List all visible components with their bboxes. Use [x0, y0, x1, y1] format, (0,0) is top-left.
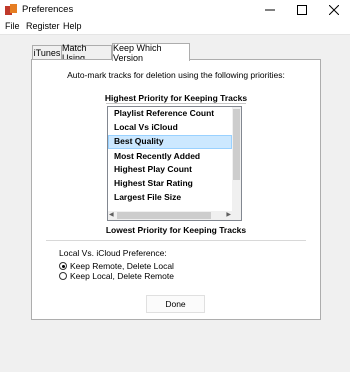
scroll-left-icon[interactable]: ◀ — [109, 211, 114, 220]
tab-itunes[interactable]: iTunes — [32, 45, 62, 60]
local-icloud-preference-label: Local Vs. iCloud Preference: — [59, 248, 167, 258]
list-item[interactable]: Playlist Reference Count — [108, 107, 232, 121]
menu-help[interactable]: Help — [63, 21, 82, 31]
close-icon — [329, 5, 339, 15]
app-icon — [5, 4, 17, 15]
list-item[interactable]: Best Quality — [108, 135, 232, 149]
keep-which-version-panel: Auto-mark tracks for deletion using the … — [31, 59, 321, 320]
radio-button[interactable] — [59, 262, 67, 270]
horizontal-scrollbar[interactable]: ◀ ▶ — [108, 211, 232, 220]
menu-file[interactable]: File — [5, 21, 20, 31]
radio-keep-local[interactable]: Keep Local, Delete Remote — [59, 271, 174, 281]
list-item[interactable]: Highest Star Rating — [108, 177, 232, 191]
scroll-right-icon[interactable]: ▶ — [226, 211, 231, 220]
minimize-button[interactable] — [256, 0, 284, 20]
radio-keep-remote[interactable]: Keep Remote, Delete Local — [59, 261, 174, 271]
menu-register[interactable]: Register — [26, 21, 60, 31]
list-item[interactable]: Local Vs iCloud — [108, 121, 232, 135]
horizontal-scroll-thumb[interactable] — [117, 212, 211, 219]
tab-match-using[interactable]: Match Using — [61, 43, 112, 63]
list-item[interactable]: Highest Play Count — [108, 163, 232, 177]
close-button[interactable] — [320, 0, 348, 20]
maximize-button[interactable] — [288, 0, 316, 20]
highest-priority-label: Highest Priority for Keeping Tracks — [104, 93, 248, 103]
menu-bar: File Register Help — [0, 20, 350, 35]
lowest-priority-label: Lowest Priority for Keeping Tracks — [105, 225, 247, 235]
done-button[interactable]: Done — [146, 295, 205, 313]
preferences-window: Preferences File Register Help iTunes Ma… — [0, 0, 350, 372]
radio-label: Keep Remote, Delete Local — [70, 261, 174, 271]
scrollbar-corner — [232, 211, 241, 220]
vertical-scroll-thumb[interactable] — [233, 109, 240, 180]
header-divider — [106, 103, 246, 104]
title-bar: Preferences — [0, 0, 350, 20]
list-item[interactable]: Largest File Size — [108, 191, 232, 205]
intro-text: Auto-mark tracks for deletion using the … — [67, 70, 285, 80]
tab-keep-which-version[interactable]: Keep Which Version — [112, 43, 190, 63]
maximize-icon — [297, 5, 307, 15]
priority-list: Playlist Reference Count Local Vs iCloud B… — [108, 107, 232, 211]
minimize-icon — [265, 9, 275, 11]
section-divider — [46, 240, 306, 241]
radio-label: Keep Local, Delete Remote — [70, 271, 174, 281]
list-item[interactable]: Most Recently Added — [108, 150, 232, 164]
window-title: Preferences — [22, 4, 74, 15]
priority-listbox[interactable]: Playlist Reference Count Local Vs iCloud B… — [107, 106, 242, 221]
vertical-scrollbar[interactable] — [232, 107, 241, 211]
radio-button[interactable] — [59, 272, 67, 280]
